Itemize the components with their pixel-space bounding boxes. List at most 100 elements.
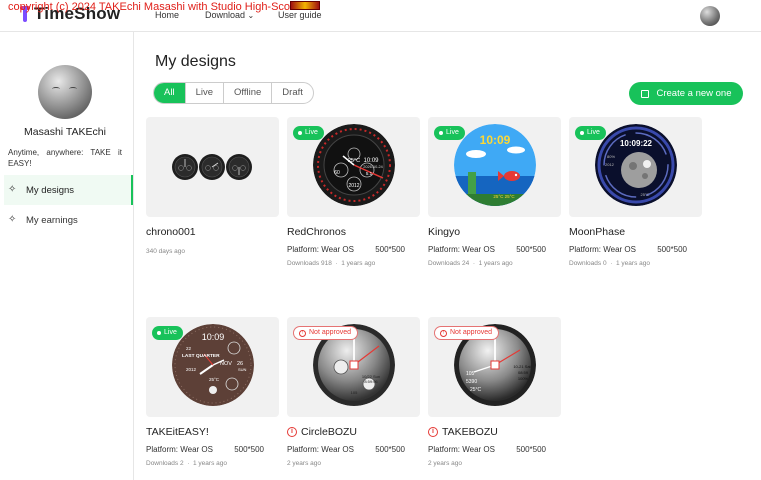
watch-date: 10-21 Sat: [513, 364, 531, 369]
platform-label: Platform: Wear OS: [428, 445, 495, 454]
watch-label: LAST QUARTER: [182, 353, 220, 359]
status-badge: Live: [434, 126, 465, 140]
platform-label: Platform: Wear OS: [569, 245, 636, 254]
design-thumbnail[interactable]: 10:09 22 LAST QUARTER NOV 26 SUN 2012 25…: [146, 317, 279, 417]
create-new-button[interactable]: Create a new one: [629, 82, 743, 105]
mini-watch: [226, 154, 252, 180]
status-label: Live: [164, 329, 177, 336]
design-meta: Platform: Wear OS 500*500: [428, 445, 546, 454]
watch-time: 08:59: [518, 370, 529, 375]
watch-temp: 25°C: [209, 377, 220, 382]
design-stats: Downloads 0 · 1 years ago: [569, 260, 702, 267]
watch-temp: 25°C: [641, 192, 650, 197]
design-name-label: CircleBOZU: [301, 426, 358, 438]
watch-steps: 105: [351, 390, 358, 395]
sidebar-item-label: My earnings: [26, 214, 78, 226]
design-card-kingyo[interactable]: 10:09 25°C 25°C Live Kingyo Platform: We…: [428, 117, 561, 267]
status-badge: ! Not approved: [434, 326, 500, 340]
sidebar-item-my-earnings[interactable]: ✧ My earnings: [4, 205, 133, 235]
design-name[interactable]: Kingyo: [428, 225, 561, 239]
redchronos-watch-preview: 25°C 10:09 2026-10-24 60 2012 5.1: [313, 124, 395, 206]
mini-watch: [199, 154, 225, 180]
design-meta: Platform: Wear OS 500*500: [428, 245, 546, 254]
design-stats: Downloads 24 · 1 years ago: [428, 260, 561, 267]
separator: ·: [335, 260, 338, 267]
create-new-label: Create a new one: [656, 88, 732, 99]
design-name-label: TAKEBOZU: [442, 426, 498, 438]
design-age: 2 years ago: [287, 460, 321, 467]
design-age: 1 years ago: [478, 260, 513, 267]
platform-label: Platform: Wear OS: [287, 245, 354, 254]
watch-time: 10:09: [363, 158, 379, 164]
tab-live[interactable]: Live: [184, 83, 223, 103]
design-name[interactable]: TAKEitEASY!: [146, 425, 279, 439]
design-name[interactable]: i TAKEBOZU: [428, 425, 561, 439]
status-badge: Live: [293, 126, 324, 140]
design-name[interactable]: chrono001: [146, 225, 279, 239]
watch-percent: 100%: [518, 376, 529, 381]
status-label: Not approved: [450, 329, 493, 336]
design-age: 2 years ago: [428, 460, 462, 467]
design-card-moonphase[interactable]: 10:09:22 80% 2012 25°C Live MoonPhase Pl…: [569, 117, 702, 267]
live-dot-icon: [157, 331, 161, 335]
watch-km: 5.1: [366, 171, 373, 176]
watch-month: NOV: [220, 361, 232, 367]
mini-watch: [172, 154, 198, 180]
triple-watch-preview: [172, 154, 252, 180]
platform-label: Platform: Wear OS: [428, 245, 495, 254]
watch-icon: [640, 89, 649, 98]
watch-n2: 5390: [466, 379, 477, 385]
design-card-circlebozu[interactable]: 10/22 Sun 8:59:06 105 ! Not approved i Cir…: [287, 317, 420, 467]
design-name[interactable]: i CircleBOZU: [287, 425, 420, 439]
design-card-takebozu[interactable]: 10-21 Sat 08:59 100% 105 5390 25°C ! Not …: [428, 317, 561, 467]
user-avatar[interactable]: [700, 6, 720, 26]
design-card-takeiteasy[interactable]: 10:09 22 LAST QUARTER NOV 26 SUN 2012 25…: [146, 317, 279, 467]
design-age: 340 days ago: [146, 248, 186, 255]
design-name[interactable]: MoonPhase: [569, 225, 702, 239]
design-meta: Platform: Wear OS 500*500: [287, 445, 405, 454]
separator: ·: [610, 260, 613, 267]
separator: ·: [187, 460, 190, 467]
watch-year: 2012: [186, 367, 197, 372]
downloads-label: Downloads 918: [287, 260, 332, 267]
size-label: 500*500: [516, 245, 546, 254]
design-thumbnail[interactable]: 25°C 10:09 2026-10-24 60 2012 5.1 Live: [287, 117, 420, 217]
size-label: 500*500: [375, 445, 405, 454]
watch-dow: SUN: [238, 367, 247, 372]
downloads-label: Downloads 2: [146, 460, 184, 467]
tab-all[interactable]: All: [154, 83, 185, 103]
sparkle-icon: ✧: [8, 214, 17, 225]
warning-icon: !: [299, 329, 306, 337]
status-badge: ! Not approved: [293, 326, 359, 340]
design-name[interactable]: RedChronos: [287, 225, 420, 239]
sidebar: Masashi TAKEchi Anytime, anywhere: TAKE …: [0, 32, 134, 480]
design-thumbnail[interactable]: 10:09:22 80% 2012 25°C Live: [569, 117, 702, 217]
design-card-chrono001[interactable]: chrono001 340 days ago: [146, 117, 279, 255]
sidebar-item-label: My designs: [26, 184, 75, 196]
sidebar-item-my-designs[interactable]: ✧ My designs: [4, 175, 133, 205]
avatar-eye-icon: [52, 87, 60, 91]
design-card-redchronos[interactable]: 25°C 10:09 2026-10-24 60 2012 5.1 Live R…: [287, 117, 420, 267]
design-thumbnail[interactable]: 10-21 Sat 08:59 100% 105 5390 25°C ! Not …: [428, 317, 561, 417]
design-age: 1 years ago: [193, 460, 227, 467]
watch-time: 10:09: [202, 332, 225, 342]
live-dot-icon: [580, 131, 584, 135]
size-label: 500*500: [657, 245, 687, 254]
design-thumbnail[interactable]: 10:09 25°C 25°C Live: [428, 117, 561, 217]
design-meta: Platform: Wear OS 500*500: [146, 445, 264, 454]
profile-avatar: [38, 65, 92, 119]
design-thumbnail[interactable]: [146, 117, 279, 217]
design-meta: Platform: Wear OS 500*500: [569, 245, 687, 254]
tab-offline[interactable]: Offline: [223, 83, 271, 103]
watch-n1: 105: [466, 371, 475, 377]
watch-temp: 25°C 25°C: [493, 194, 515, 199]
warning-icon: i: [287, 427, 297, 437]
warning-icon: !: [440, 329, 447, 337]
design-meta: Platform: Wear OS 500*500: [287, 245, 405, 254]
watch-temp: 25°C: [348, 158, 360, 164]
size-label: 500*500: [234, 445, 264, 454]
watch-bpm: 60: [334, 170, 340, 176]
design-thumbnail[interactable]: 10/22 Sun 8:59:06 105 ! Not approved: [287, 317, 420, 417]
tab-draft[interactable]: Draft: [271, 83, 313, 103]
status-badge: Live: [152, 326, 183, 340]
